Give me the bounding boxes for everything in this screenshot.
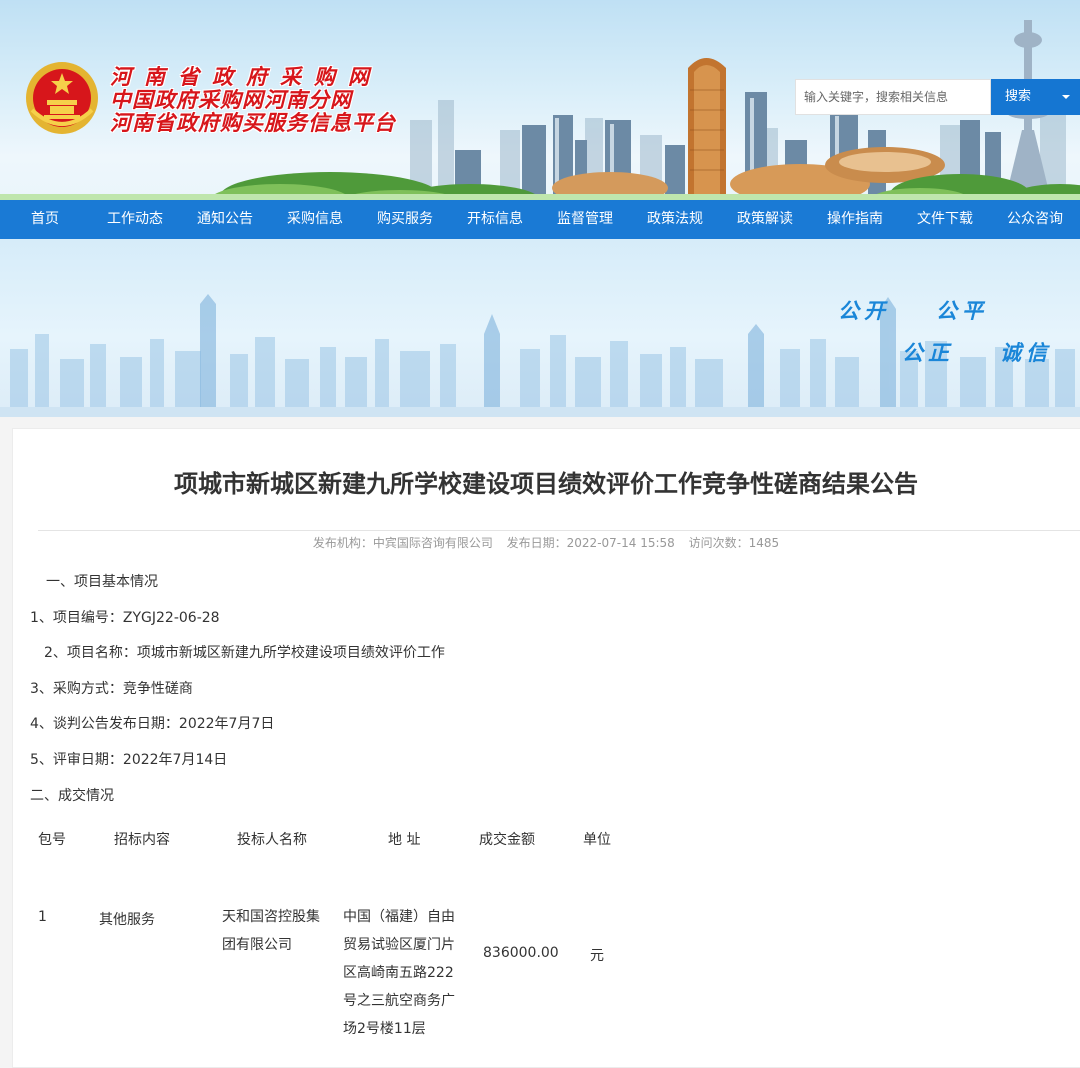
- section-heading-basic-info: 一、项目基本情况: [46, 574, 158, 590]
- table-header-package: 包号: [38, 832, 66, 848]
- table-header-unit: 单位: [583, 832, 611, 848]
- site-title-3: 河南省政府购买服务信息平台: [110, 111, 396, 135]
- banner: 公开 公平 公正 诚信: [0, 239, 1080, 417]
- article-panel: [12, 428, 1080, 1068]
- project-name: 2、项目名称：项城市新城区新建九所学校建设项目绩效评价工作: [44, 645, 445, 661]
- announcement-date: 4、谈判公告发布日期：2022年7月7日: [30, 716, 275, 732]
- nav-item-procurement-info[interactable]: 采购信息: [270, 200, 360, 239]
- nav-item-work-news[interactable]: 工作动态: [90, 200, 180, 239]
- table-header-address: 地 址: [388, 832, 421, 848]
- meta-publisher: 发布机构：中宾国际咨询有限公司: [312, 536, 493, 550]
- slogan-openness: 公开: [838, 299, 890, 323]
- search-button[interactable]: 搜索: [991, 79, 1080, 115]
- dropdown-caret-icon[interactable]: [1062, 95, 1070, 99]
- article-meta: 发布机构：中宾国际咨询有限公司 发布日期：2022-07-14 15:58 访问…: [0, 534, 1080, 551]
- slogan-justice: 公正: [902, 341, 954, 365]
- section-heading-deal: 二、成交情况: [30, 788, 114, 804]
- search-input[interactable]: 输入关键字，搜索相关信息: [795, 79, 991, 115]
- nav-item-downloads[interactable]: 文件下载: [900, 200, 990, 239]
- nav-item-notices[interactable]: 通知公告: [180, 200, 270, 239]
- table-header-content: 招标内容: [114, 832, 170, 848]
- nav-item-policies[interactable]: 政策法规: [630, 200, 720, 239]
- national-emblem-icon: [26, 62, 98, 134]
- nav-item-guide[interactable]: 操作指南: [810, 200, 900, 239]
- article-title: 项城市新城区新建九所学校建设项目绩效评价工作竞争性磋商结果公告: [174, 470, 918, 498]
- main-nav: 首页 工作动态 通知公告 采购信息 购买服务 开标信息 监督管理 政策法规 政策…: [0, 200, 1080, 239]
- site-title-2: 中国政府采购网河南分网: [110, 88, 352, 112]
- banner-skyline-illustration: [0, 294, 1080, 417]
- cell-unit: 元: [590, 948, 604, 964]
- nav-item-bid-opening[interactable]: 开标信息: [450, 200, 540, 239]
- cell-package: 1: [38, 909, 47, 925]
- cell-content: 其他服务: [99, 912, 155, 928]
- nav-item-supervision[interactable]: 监督管理: [540, 200, 630, 239]
- slogan-integrity: 诚信: [1000, 341, 1052, 365]
- procurement-method: 3、采购方式：竞争性磋商: [30, 681, 193, 697]
- table-header-bidder: 投标人名称: [237, 832, 307, 848]
- project-number: 1、项目编号：ZYGJ22-06-28: [30, 610, 220, 626]
- meta-date: 发布日期：2022-07-14 15:58: [506, 536, 675, 550]
- nav-item-policy-interpretation[interactable]: 政策解读: [720, 200, 810, 239]
- nav-item-public-inquiry[interactable]: 公众咨询: [990, 200, 1080, 239]
- search-button-label: 搜索: [1005, 89, 1032, 104]
- site-title-1: 河南省政府采购网: [110, 65, 382, 89]
- table-header-amount: 成交金额: [479, 832, 535, 848]
- cell-amount: 836000.00: [483, 945, 559, 961]
- site-titles: 河南省政府采购网 中国政府采购网河南分网 河南省政府购买服务信息平台: [110, 66, 440, 135]
- title-divider: [38, 530, 1080, 531]
- nav-item-home[interactable]: 首页: [0, 200, 90, 239]
- cell-address: 中国（福建）自由贸易试验区厦门片区高崎南五路222号之三航空商务广场2号楼11层: [343, 909, 455, 1037]
- review-date: 5、评审日期：2022年7月14日: [30, 752, 228, 768]
- site-header: 河南省政府采购网 中国政府采购网河南分网 河南省政府购买服务信息平台 输入关键字…: [0, 0, 1080, 200]
- cell-bidder: 天和国咨控股集团有限公司: [222, 909, 320, 953]
- slogan-fairness: 公平: [936, 299, 988, 323]
- nav-item-purchase-services[interactable]: 购买服务: [360, 200, 450, 239]
- meta-views: 访问次数：1485: [688, 536, 780, 550]
